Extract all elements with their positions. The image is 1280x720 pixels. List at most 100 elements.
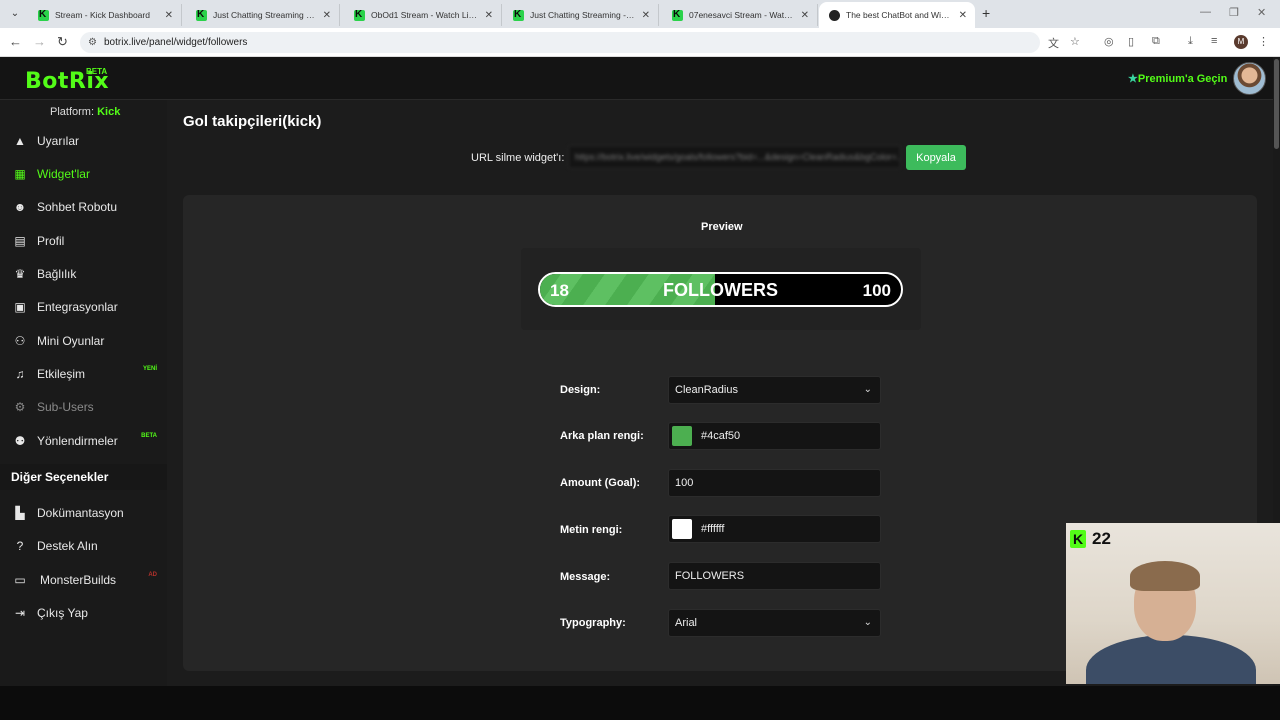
premium-label: Premium'a Geçin	[1137, 73, 1228, 85]
sidebar-item-integrations[interactable]: ▣ Entegrasyonlar	[0, 292, 167, 322]
kick-favicon-icon	[196, 9, 207, 21]
browser-tab-active[interactable]: The best ChatBot and Widgets ✕	[819, 2, 975, 28]
tab-title: 07enesavci Stream - Watch Live	[689, 10, 795, 20]
reload-icon[interactable]: ↻	[57, 34, 68, 50]
sidebar-section-title: Diğer Seçenekler	[0, 464, 167, 490]
sidebar-item-alerts[interactable]: ▲ Uyarılar	[0, 126, 167, 156]
help-circle-icon: ?	[16, 539, 24, 553]
typography-value: Arial	[675, 617, 698, 629]
sidebar-item-label: Sohbet Robotu	[37, 200, 118, 214]
new-tab-plus-icon[interactable]: +	[982, 5, 990, 21]
new-badge: YENİ	[142, 366, 157, 372]
url-text: botrix.live/panel/widget/followers	[104, 37, 248, 48]
text-color-swatch[interactable]	[672, 519, 692, 539]
close-tab-icon[interactable]: ✕	[959, 10, 967, 21]
sidebar-item-profile[interactable]: ▤ Profil	[0, 226, 167, 256]
close-tab-icon[interactable]: ✕	[485, 10, 493, 21]
sidebar-item-interaction[interactable]: ♫ Etkileşim YENİ	[0, 359, 167, 389]
text-color-field[interactable]: #ffffff	[668, 515, 881, 543]
design-value: CleanRadius	[675, 384, 738, 396]
maximize-icon[interactable]: ❐	[1229, 6, 1239, 19]
scrollbar-thumb[interactable]	[1274, 59, 1279, 149]
laptop-icon: ▭	[14, 573, 26, 587]
browser-tab[interactable]: Just Chatting Streaming - Live S ✕	[503, 4, 659, 26]
premium-link[interactable]: ★Premium'a Geçin	[1128, 72, 1227, 85]
webcam-overlay: K 22	[1066, 523, 1280, 684]
sidebar-item-loyalty[interactable]: ♛ Bağlılık	[0, 259, 167, 289]
sidebar-item-widgets[interactable]: ▦ Widget'lar	[0, 159, 167, 189]
message-label: Message:	[560, 571, 611, 583]
close-tab-icon[interactable]: ✕	[323, 10, 331, 21]
tab-search-chevron-icon[interactable]: ⌄	[6, 6, 24, 22]
platform-indicator: Platform: Kick	[50, 106, 120, 118]
download-icon[interactable]: ⤓	[1188, 35, 1193, 48]
robot-icon: ☻	[13, 200, 27, 214]
browser-tab[interactable]: ObOd1 Stream - Watch Live on ✕	[344, 4, 502, 26]
browser-tab[interactable]: Just Chatting Streaming - Live S ✕	[186, 4, 340, 26]
sidebar-item-support[interactable]: ? Destek Alın	[0, 531, 167, 561]
kick-count-badge: K 22	[1070, 529, 1111, 549]
browser-tab[interactable]: 07enesavci Stream - Watch Live ✕	[662, 4, 818, 26]
bookmark-star-icon[interactable]: ☆	[1070, 35, 1080, 48]
sidebar-item-chatbot[interactable]: ☻ Sohbet Robotu	[0, 192, 167, 222]
extension-icon[interactable]: ◎	[1104, 35, 1114, 48]
sidebar-item-label: Widget'lar	[37, 167, 90, 181]
users-icon: ⚉	[14, 434, 26, 448]
kick-favicon-icon	[672, 9, 683, 21]
document-icon: ▙	[15, 506, 25, 520]
bg-color-label: Arka plan rengi:	[560, 430, 644, 442]
tab-title: Just Chatting Streaming - Live S	[213, 10, 317, 20]
chevron-down-icon: ⌄	[863, 617, 872, 628]
typography-select[interactable]: Arial ⌄	[668, 609, 881, 637]
design-select[interactable]: CleanRadius ⌄	[668, 376, 881, 404]
beta-badge: BETA	[141, 433, 157, 439]
browser-tab[interactable]: Stream - Kick Dashboard ✕	[28, 4, 182, 26]
chevron-down-icon: ⌄	[863, 384, 872, 395]
tab-title: The best ChatBot and Widgets	[846, 10, 953, 20]
sidebar-item-monsterbuilds[interactable]: ▭ MonsterBuilds AD	[0, 565, 167, 595]
sidebar-item-sub-users[interactable]: ⚙ Sub-Users	[0, 392, 167, 422]
sidebar-item-redirects[interactable]: ⚉ Yönlendirmeler BETA	[0, 426, 167, 456]
sidebar-item-label: Sub-Users	[37, 400, 94, 414]
close-tab-icon[interactable]: ✕	[642, 10, 650, 21]
kick-favicon-icon	[38, 9, 49, 21]
sidebar-item-docs[interactable]: ▙ Dokümantasyon	[0, 498, 167, 528]
amount-input[interactable]: 100	[668, 469, 881, 497]
address-bar[interactable]: ⚙ botrix.live/panel/widget/followers	[80, 32, 1040, 53]
puzzle-icon[interactable]: ⧉	[1152, 35, 1160, 48]
user-avatar[interactable]	[1233, 62, 1266, 95]
reading-icon[interactable]: ▯	[1128, 35, 1134, 48]
kick-favicon-icon	[354, 9, 365, 21]
copy-button[interactable]: Kopyala	[906, 145, 966, 170]
bg-color-field[interactable]: #4caf50	[668, 422, 881, 450]
widget-preview: 18 FOLLOWERS 100	[521, 248, 921, 330]
sidebar-item-label: Dokümantasyon	[37, 506, 124, 520]
translate-icon[interactable]: 文	[1048, 35, 1059, 51]
widgets-grid-icon: ▦	[14, 167, 26, 181]
sidebar-item-logout[interactable]: ⇥ Çıkış Yap	[0, 598, 167, 628]
forward-arrow-icon[interactable]: →	[33, 34, 46, 49]
message-value: FOLLOWERS	[675, 570, 745, 582]
sidebar-item-label: Mini Oyunlar	[37, 334, 105, 348]
widget-url-field[interactable]: https://botrix.live/widgets/goals/follow…	[568, 145, 901, 169]
close-tab-icon[interactable]: ✕	[165, 10, 173, 21]
text-color-label: Metin rengi:	[560, 524, 623, 536]
media-icon[interactable]: ≡	[1211, 35, 1217, 47]
close-tab-icon[interactable]: ✕	[801, 10, 809, 21]
close-window-icon[interactable]: ✕	[1257, 6, 1266, 19]
browser-tab-bar: ⌄ Stream - Kick Dashboard ✕ Just Chattin…	[0, 0, 1280, 28]
site-settings-icon[interactable]: ⚙	[88, 32, 97, 53]
ad-badge: AD	[148, 572, 157, 578]
bg-color-swatch[interactable]	[672, 426, 692, 446]
sidebar-item-minigames[interactable]: ⚇ Mini Oyunlar	[0, 326, 167, 356]
minimize-icon[interactable]: —	[1200, 6, 1211, 18]
kebab-menu-icon[interactable]: ⋮	[1258, 35, 1269, 48]
bottom-strip	[0, 686, 1280, 720]
profile-avatar[interactable]: M	[1234, 35, 1248, 49]
browser-toolbar: ← → ↻ ⚙ botrix.live/panel/widget/followe…	[0, 28, 1280, 57]
preview-label: Preview	[701, 221, 743, 233]
message-input[interactable]: FOLLOWERS	[668, 562, 881, 590]
tab-title: Stream - Kick Dashboard	[55, 10, 150, 20]
back-arrow-icon[interactable]: ←	[9, 34, 22, 49]
platform-value: Kick	[97, 106, 121, 118]
